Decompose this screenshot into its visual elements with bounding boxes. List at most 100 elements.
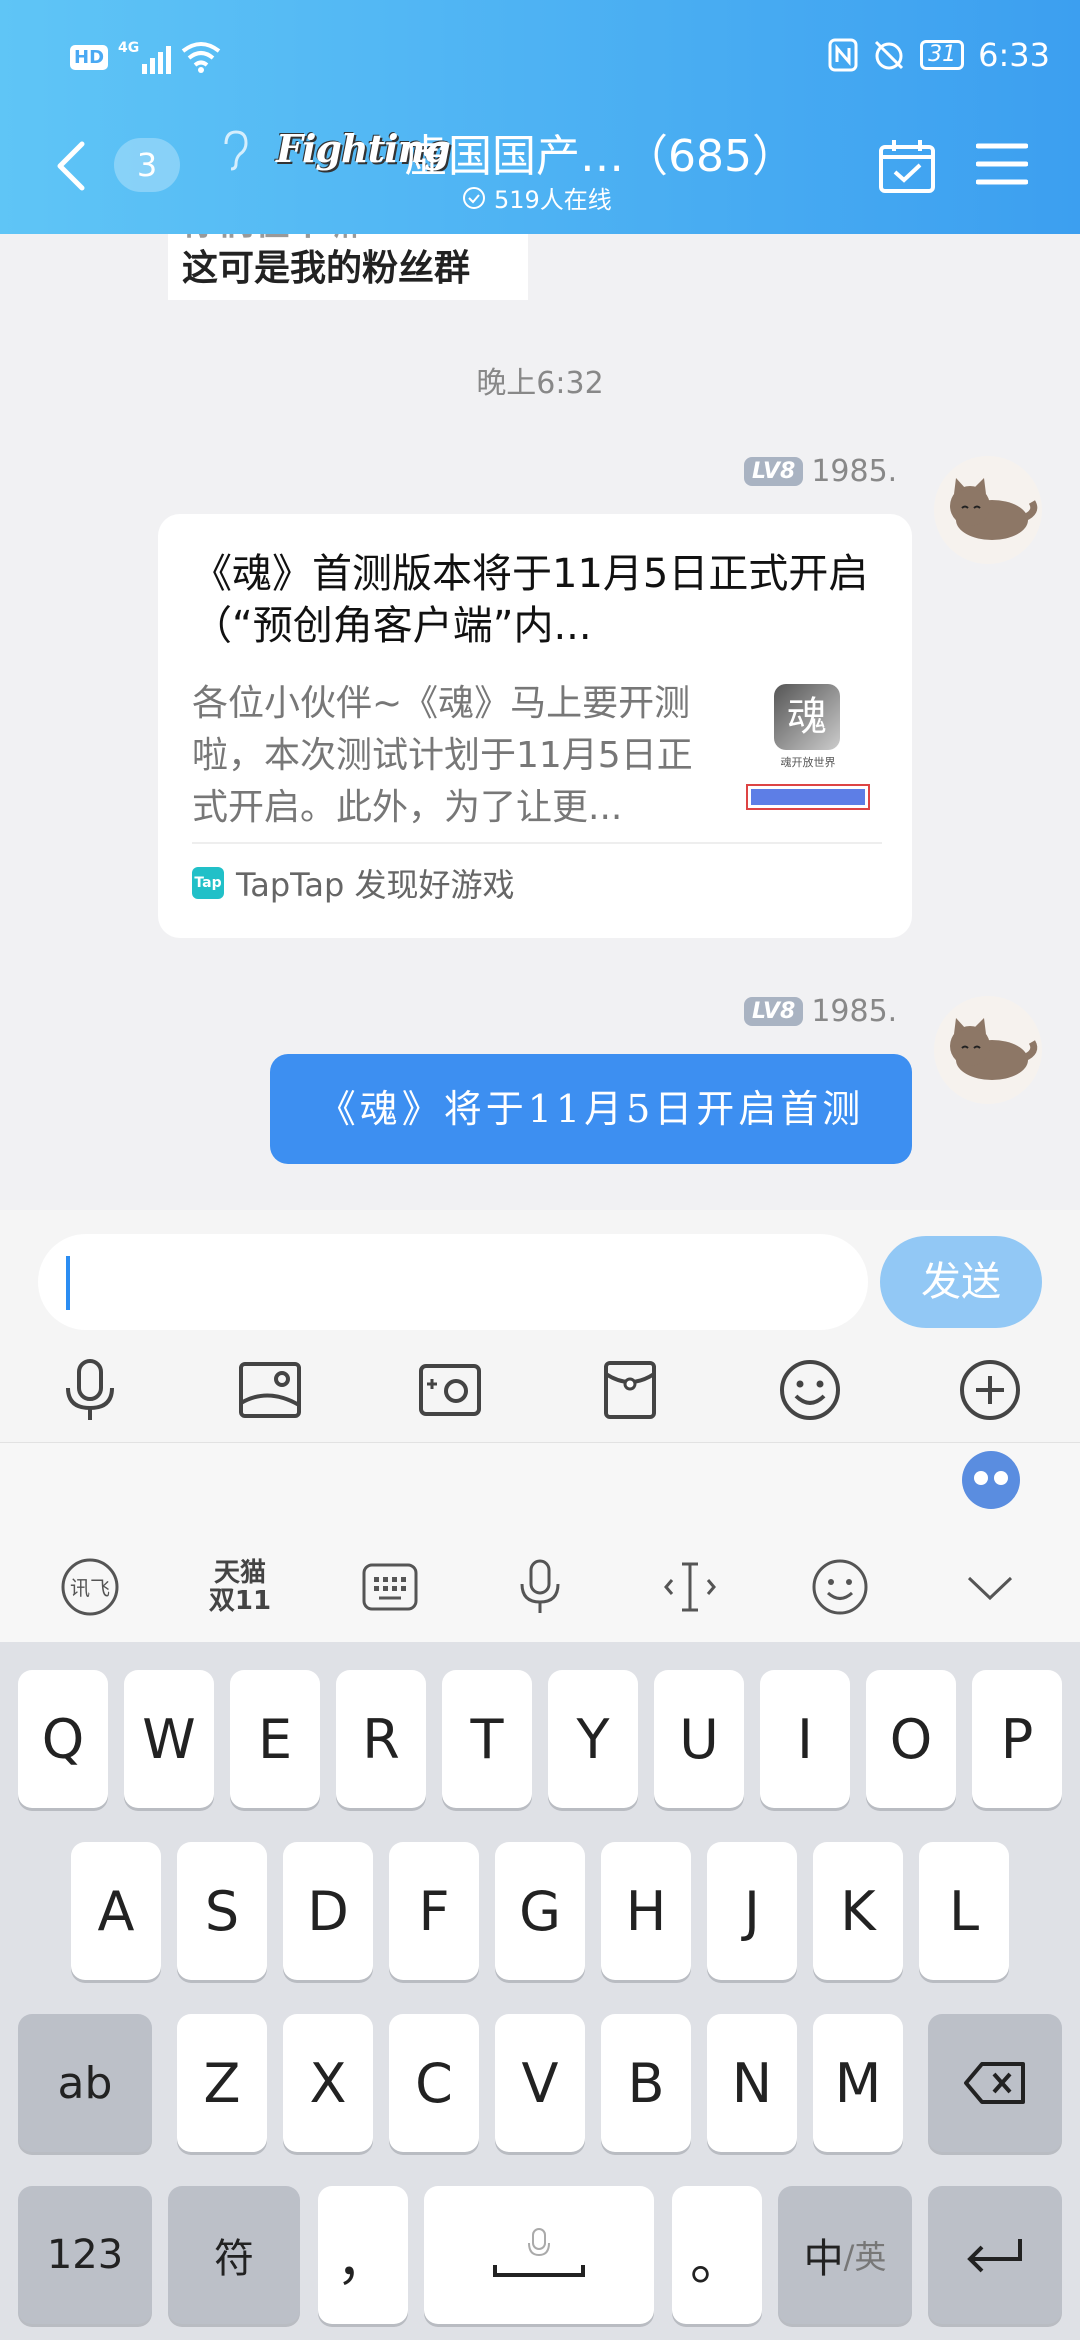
- online-count[interactable]: 519人在线: [462, 180, 612, 215]
- gallery-button[interactable]: [230, 1350, 310, 1430]
- key-h[interactable]: H: [601, 1842, 691, 1980]
- key-space[interactable]: [424, 2186, 654, 2324]
- network-status: HD 4G: [70, 40, 221, 74]
- key-o[interactable]: O: [866, 1670, 956, 1808]
- key-e[interactable]: E: [230, 1670, 320, 1808]
- hide-keyboard-button[interactable]: [950, 1547, 1030, 1627]
- level-badge: LV8: [744, 457, 804, 486]
- clock: 6:33: [978, 36, 1050, 74]
- level-badge: LV8: [744, 997, 804, 1026]
- plus-circle-icon: [960, 1360, 1020, 1420]
- tmall-label: 天猫 双11: [208, 1558, 272, 1616]
- back-button[interactable]: [52, 140, 92, 192]
- group-title[interactable]: 虚国国产…（685）: [404, 120, 796, 184]
- key-enter[interactable]: [928, 2186, 1062, 2324]
- network-type: 4G: [118, 40, 140, 56]
- taptap-icon: Tap: [192, 867, 224, 899]
- key-w[interactable]: W: [124, 1670, 214, 1808]
- image-icon: [239, 1362, 301, 1418]
- red-packet-icon: [604, 1361, 656, 1419]
- key-k[interactable]: K: [813, 1842, 903, 1980]
- ime-mascot-icon[interactable]: [962, 1451, 1020, 1509]
- ime-logo-button[interactable]: 讯飞: [50, 1547, 130, 1627]
- key-v[interactable]: V: [495, 2014, 585, 2152]
- key-b[interactable]: B: [601, 2014, 691, 2152]
- more-button[interactable]: [950, 1350, 1030, 1430]
- key-symbols[interactable]: 符: [168, 2186, 300, 2324]
- red-packet-button[interactable]: [590, 1350, 670, 1430]
- key-ab-toggle[interactable]: ab: [18, 2014, 152, 2152]
- microphone-icon: [520, 1559, 560, 1613]
- key-d[interactable]: D: [283, 1842, 373, 1980]
- key-r[interactable]: R: [336, 1670, 426, 1808]
- calendar-check-icon[interactable]: [878, 138, 936, 194]
- text-message-bubble[interactable]: 《魂》将于11月5日开启首测: [270, 1054, 912, 1164]
- status-bar: HD 4G 31 6:33: [0, 30, 1080, 90]
- image-message-text-top: 你们在干嘛: [182, 234, 528, 246]
- voice-button[interactable]: [50, 1350, 130, 1430]
- ime-toolbar: 讯飞 天猫 双11: [0, 1442, 1080, 1642]
- key-g[interactable]: G: [495, 1842, 585, 1980]
- key-m[interactable]: M: [813, 2014, 903, 2152]
- key-period[interactable]: 。: [672, 2186, 762, 2324]
- ear-mode-icon[interactable]: [220, 128, 250, 172]
- text-caret: [66, 1256, 70, 1310]
- send-button[interactable]: 发送: [880, 1236, 1042, 1328]
- system-status: 31 6:33: [828, 36, 1050, 74]
- smiley-icon: [812, 1559, 868, 1615]
- sender-name: 1985.: [811, 454, 898, 489]
- key-p[interactable]: P: [972, 1670, 1062, 1808]
- enter-icon: [967, 2239, 1022, 2273]
- key-backspace[interactable]: [928, 2014, 1062, 2152]
- card-summary: 各位小伙伴~《魂》马上要开测啦，本次测试计划于11月5日正式开启。此外，为了让更…: [192, 683, 693, 828]
- camera-button[interactable]: [410, 1350, 490, 1430]
- key-i[interactable]: I: [760, 1670, 850, 1808]
- keyboard: Q W E R T Y U I O P A S D F G H J K L ab…: [0, 1642, 1080, 2340]
- key-j[interactable]: J: [707, 1842, 797, 1980]
- ime-logo-icon: 讯飞: [61, 1558, 119, 1616]
- message-input[interactable]: [38, 1234, 868, 1330]
- unread-count-badge[interactable]: 3: [114, 138, 180, 192]
- menu-icon[interactable]: [976, 140, 1028, 188]
- key-x[interactable]: X: [283, 2014, 373, 2152]
- keyboard-switch-button[interactable]: [350, 1547, 430, 1627]
- lang-zh-label: 中: [803, 2236, 844, 2282]
- sender-meta: LV8 1985.: [744, 454, 897, 489]
- key-comma[interactable]: ，: [318, 2186, 408, 2324]
- ime-emoji-button[interactable]: [800, 1547, 880, 1627]
- thumb-button-frame: [746, 784, 870, 810]
- chevron-down-icon: [967, 1576, 1013, 1601]
- card-source: Tap TapTap 发现好游戏: [192, 860, 515, 906]
- key-q[interactable]: Q: [18, 1670, 108, 1808]
- emoji-button[interactable]: [770, 1350, 850, 1430]
- cursor-move-button[interactable]: [650, 1547, 730, 1627]
- key-n[interactable]: N: [707, 2014, 797, 2152]
- message-list[interactable]: 你们在干嘛 这可是我的粉丝群 晚上6:32 LV8 1985. 《魂》首测版本将…: [0, 234, 1080, 1210]
- cat-avatar-icon: [950, 1018, 1038, 1080]
- space-mic-icon: [493, 2228, 585, 2277]
- key-a[interactable]: A: [71, 1842, 161, 1980]
- card-thumbnail: 魂 魂开放世界: [738, 684, 878, 824]
- check-circle-icon: [463, 186, 485, 209]
- game-icon: 魂: [774, 684, 840, 750]
- image-message[interactable]: 你们在干嘛 这可是我的粉丝群: [168, 234, 528, 300]
- key-f[interactable]: F: [389, 1842, 479, 1980]
- voice-input-button[interactable]: [500, 1547, 580, 1627]
- key-u[interactable]: U: [654, 1670, 744, 1808]
- card-title: 《魂》首测版本将于11月5日正式开启（“预创角客户端”内...: [192, 551, 869, 649]
- smiley-icon: [780, 1360, 840, 1420]
- key-c[interactable]: C: [389, 2014, 479, 2152]
- sender-name: 1985.: [811, 994, 898, 1029]
- key-z[interactable]: Z: [177, 2014, 267, 2152]
- avatar[interactable]: [934, 996, 1042, 1104]
- key-t[interactable]: T: [442, 1670, 532, 1808]
- key-l[interactable]: L: [919, 1842, 1009, 1980]
- key-123[interactable]: 123: [18, 2186, 152, 2324]
- link-card[interactable]: 《魂》首测版本将于11月5日正式开启（“预创角客户端”内... 各位小伙伴~《魂…: [158, 514, 912, 938]
- key-language[interactable]: 中 /英: [778, 2186, 912, 2324]
- key-s[interactable]: S: [177, 1842, 267, 1980]
- tmall-button[interactable]: 天猫 双11: [200, 1547, 280, 1627]
- key-y[interactable]: Y: [548, 1670, 638, 1808]
- avatar[interactable]: [934, 456, 1042, 564]
- lang-en-label: /英: [843, 2238, 887, 2276]
